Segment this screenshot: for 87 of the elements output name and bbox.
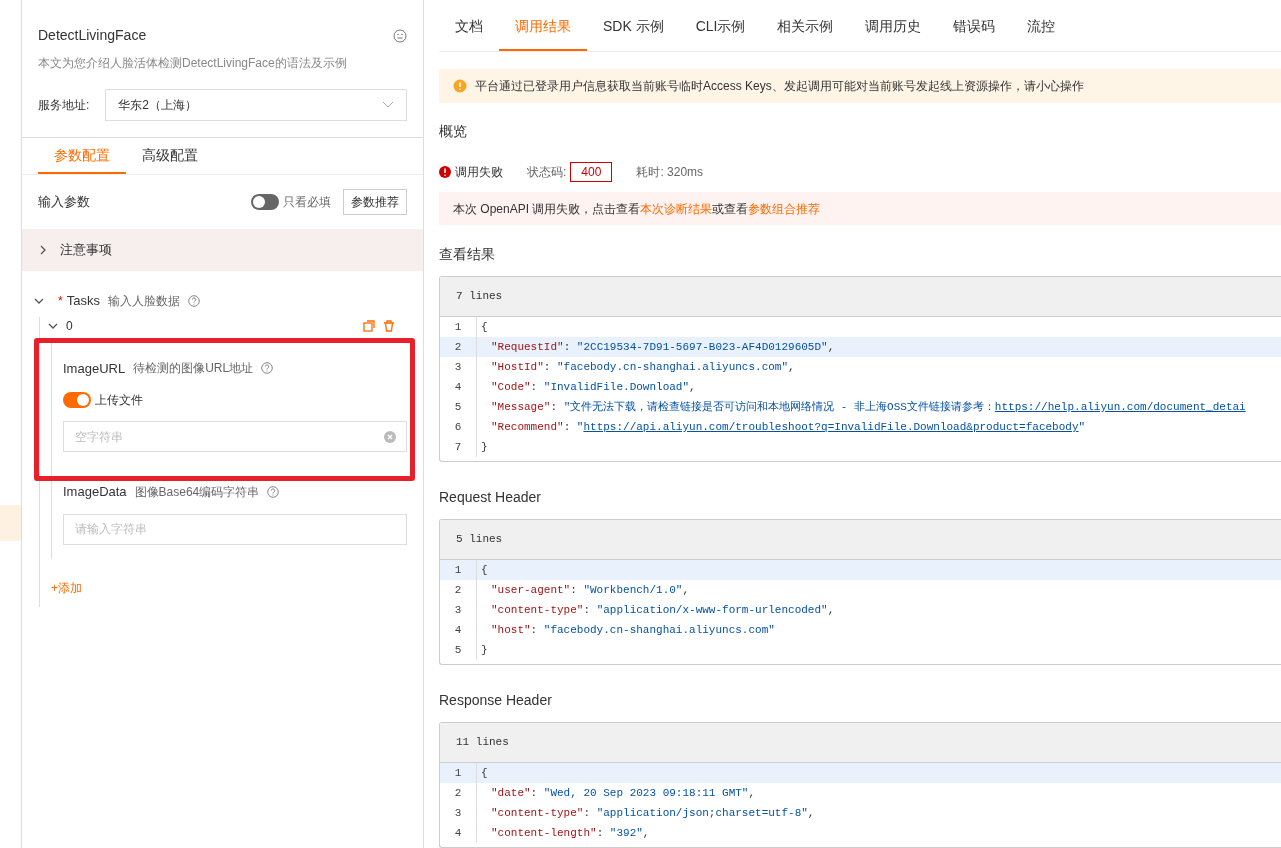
code-line: "date": "Wed, 20 Sep 2023 09:18:11 GMT", (476, 783, 756, 803)
line-number: 7 (453, 439, 463, 455)
sidebar-highlight (0, 505, 21, 541)
param-description: 输入人脸数据 (107, 292, 180, 310)
trash-icon[interactable] (383, 319, 395, 332)
error-icon (439, 166, 451, 178)
code-line: { (476, 560, 488, 580)
line-number: 4 (453, 622, 463, 638)
line-number: 4 (453, 379, 463, 395)
chevron-right-icon[interactable] (38, 245, 48, 255)
item-index: 0 (66, 317, 73, 335)
param-name: ImageData (63, 483, 127, 501)
api-title: DetectLivingFace (38, 26, 147, 45)
code-line: "user-agent": "Workbench/1.0", (476, 580, 690, 600)
line-count: 11 lines (440, 723, 1281, 763)
line-number: 6 (453, 419, 463, 435)
line-number: 3 (453, 359, 463, 375)
status-code-label: 状态码: (527, 164, 567, 181)
section-title: 概览 (439, 122, 468, 141)
line-number: 1 (453, 319, 463, 335)
param-name: Tasks (66, 292, 100, 310)
link[interactable]: https://api.aliyun.com/troubleshoot?q=InvalidFile.Download&product=facebody (583, 421, 1079, 433)
code-line: "content-type": "application/json;charset=utf-8", (476, 803, 815, 823)
input-field[interactable]: 请输入字符串 (63, 513, 407, 545)
line-count: 5 lines (440, 520, 1281, 560)
line-number: 3 (453, 805, 463, 821)
line-number: 3 (453, 602, 463, 618)
code-line: "content-type": "application/x-www-form-urlencoded", (476, 600, 835, 620)
link[interactable]: https://help.aliyun.com/document_detai (994, 401, 1246, 413)
chevron-down-icon (382, 101, 394, 109)
field-label: 服务地址: (38, 97, 90, 114)
tab[interactable]: 错误码 (937, 16, 1012, 51)
code-line: "Message": "文件无法下载，请检查链接是否可访问和本地网络情况 - 非上海OSS文件链接请参考：https://help.aliyun.com/document_detai (476, 397, 1246, 417)
toggle-switch[interactable] (63, 392, 91, 408)
help-icon (267, 485, 280, 498)
required-mark: * (58, 292, 63, 310)
code-line: "Recommend": "https://api.aliyun.com/troubleshoot?q=InvalidFile.Download&product=facebody" (476, 417, 1086, 437)
recommend-button[interactable]: 参数推荐 (343, 189, 407, 215)
toggle-label: 上传文件 (95, 392, 143, 409)
code-line: "Code": "InvalidFile.Download", (476, 377, 696, 397)
status-code: 400 (570, 162, 613, 182)
code-line: "HostId": "facebody.cn-shanghai.aliyuncs.com", (476, 357, 795, 377)
tab[interactable]: CLI示例 (679, 16, 762, 51)
warning-text: 平台通过已登录用户信息获取当前账号临时Access Keys、发起调用可能对当前账号发起线上资源操作，请小心操作 (475, 78, 1084, 95)
warning-icon (453, 79, 467, 93)
region-select[interactable]: 华东2（上海） (105, 89, 407, 121)
code-line: } (476, 640, 488, 660)
line-number: 1 (453, 562, 463, 578)
tab[interactable]: 调用历史 (849, 16, 938, 51)
collapsible-header[interactable]: 注意事项 (22, 229, 423, 271)
input-field[interactable]: 空字符串 (63, 421, 407, 452)
line-number: 5 (453, 399, 463, 415)
help-icon (187, 294, 200, 307)
line-number: 5 (453, 642, 463, 658)
line-number: 2 (453, 339, 463, 355)
line-count: 7 lines (440, 277, 1281, 317)
api-description: 本文为您介绍人脸活体检测DetectLivingFace的语法及示例 (38, 55, 348, 72)
line-number: 1 (453, 765, 463, 781)
code-line: { (476, 763, 488, 783)
toggle-switch[interactable] (251, 194, 279, 210)
tab[interactable]: 高级配置 (126, 138, 214, 174)
line-number: 4 (453, 825, 463, 841)
tab[interactable]: 流控 (1011, 16, 1072, 51)
smiley-icon[interactable] (393, 28, 407, 43)
help-icon (261, 362, 274, 375)
code-line: "RequestId": "2CC19534-7D91-5697-B023-AF4D0129605D", (476, 337, 835, 357)
tab[interactable]: SDK 示例 (587, 16, 680, 51)
diagnosis-message: 本次 OpenAPI 调用失败，点击查看本次诊断结果或查看参数组合推荐 (453, 200, 821, 218)
section-title: Request Header (439, 488, 542, 507)
param-name: ImageURL (63, 359, 126, 378)
param-description: 待检测的图像URL地址 (133, 360, 254, 378)
section-title: 查看结果 (439, 245, 496, 264)
tab[interactable]: 文档 (439, 16, 499, 51)
line-number: 2 (453, 785, 463, 801)
code-line: "host": "facebody.cn-shanghai.aliyuncs.com" (476, 620, 775, 640)
copy-icon[interactable] (363, 319, 375, 332)
elapsed-time: 耗时: 320ms (636, 164, 704, 181)
clear-icon[interactable] (384, 430, 396, 443)
status-text: 调用失败 (455, 164, 503, 181)
toggle-label: 只看必填 (283, 194, 331, 211)
tab[interactable]: 相关示例 (761, 16, 850, 51)
section-title: Response Header (439, 691, 553, 710)
section-label: 输入参数 (38, 193, 90, 212)
code-line: } (476, 437, 488, 457)
param-description: 图像Base64编码字符串 (134, 483, 260, 501)
code-line: "content-length": "392", (476, 823, 650, 843)
line-number: 2 (453, 582, 463, 598)
